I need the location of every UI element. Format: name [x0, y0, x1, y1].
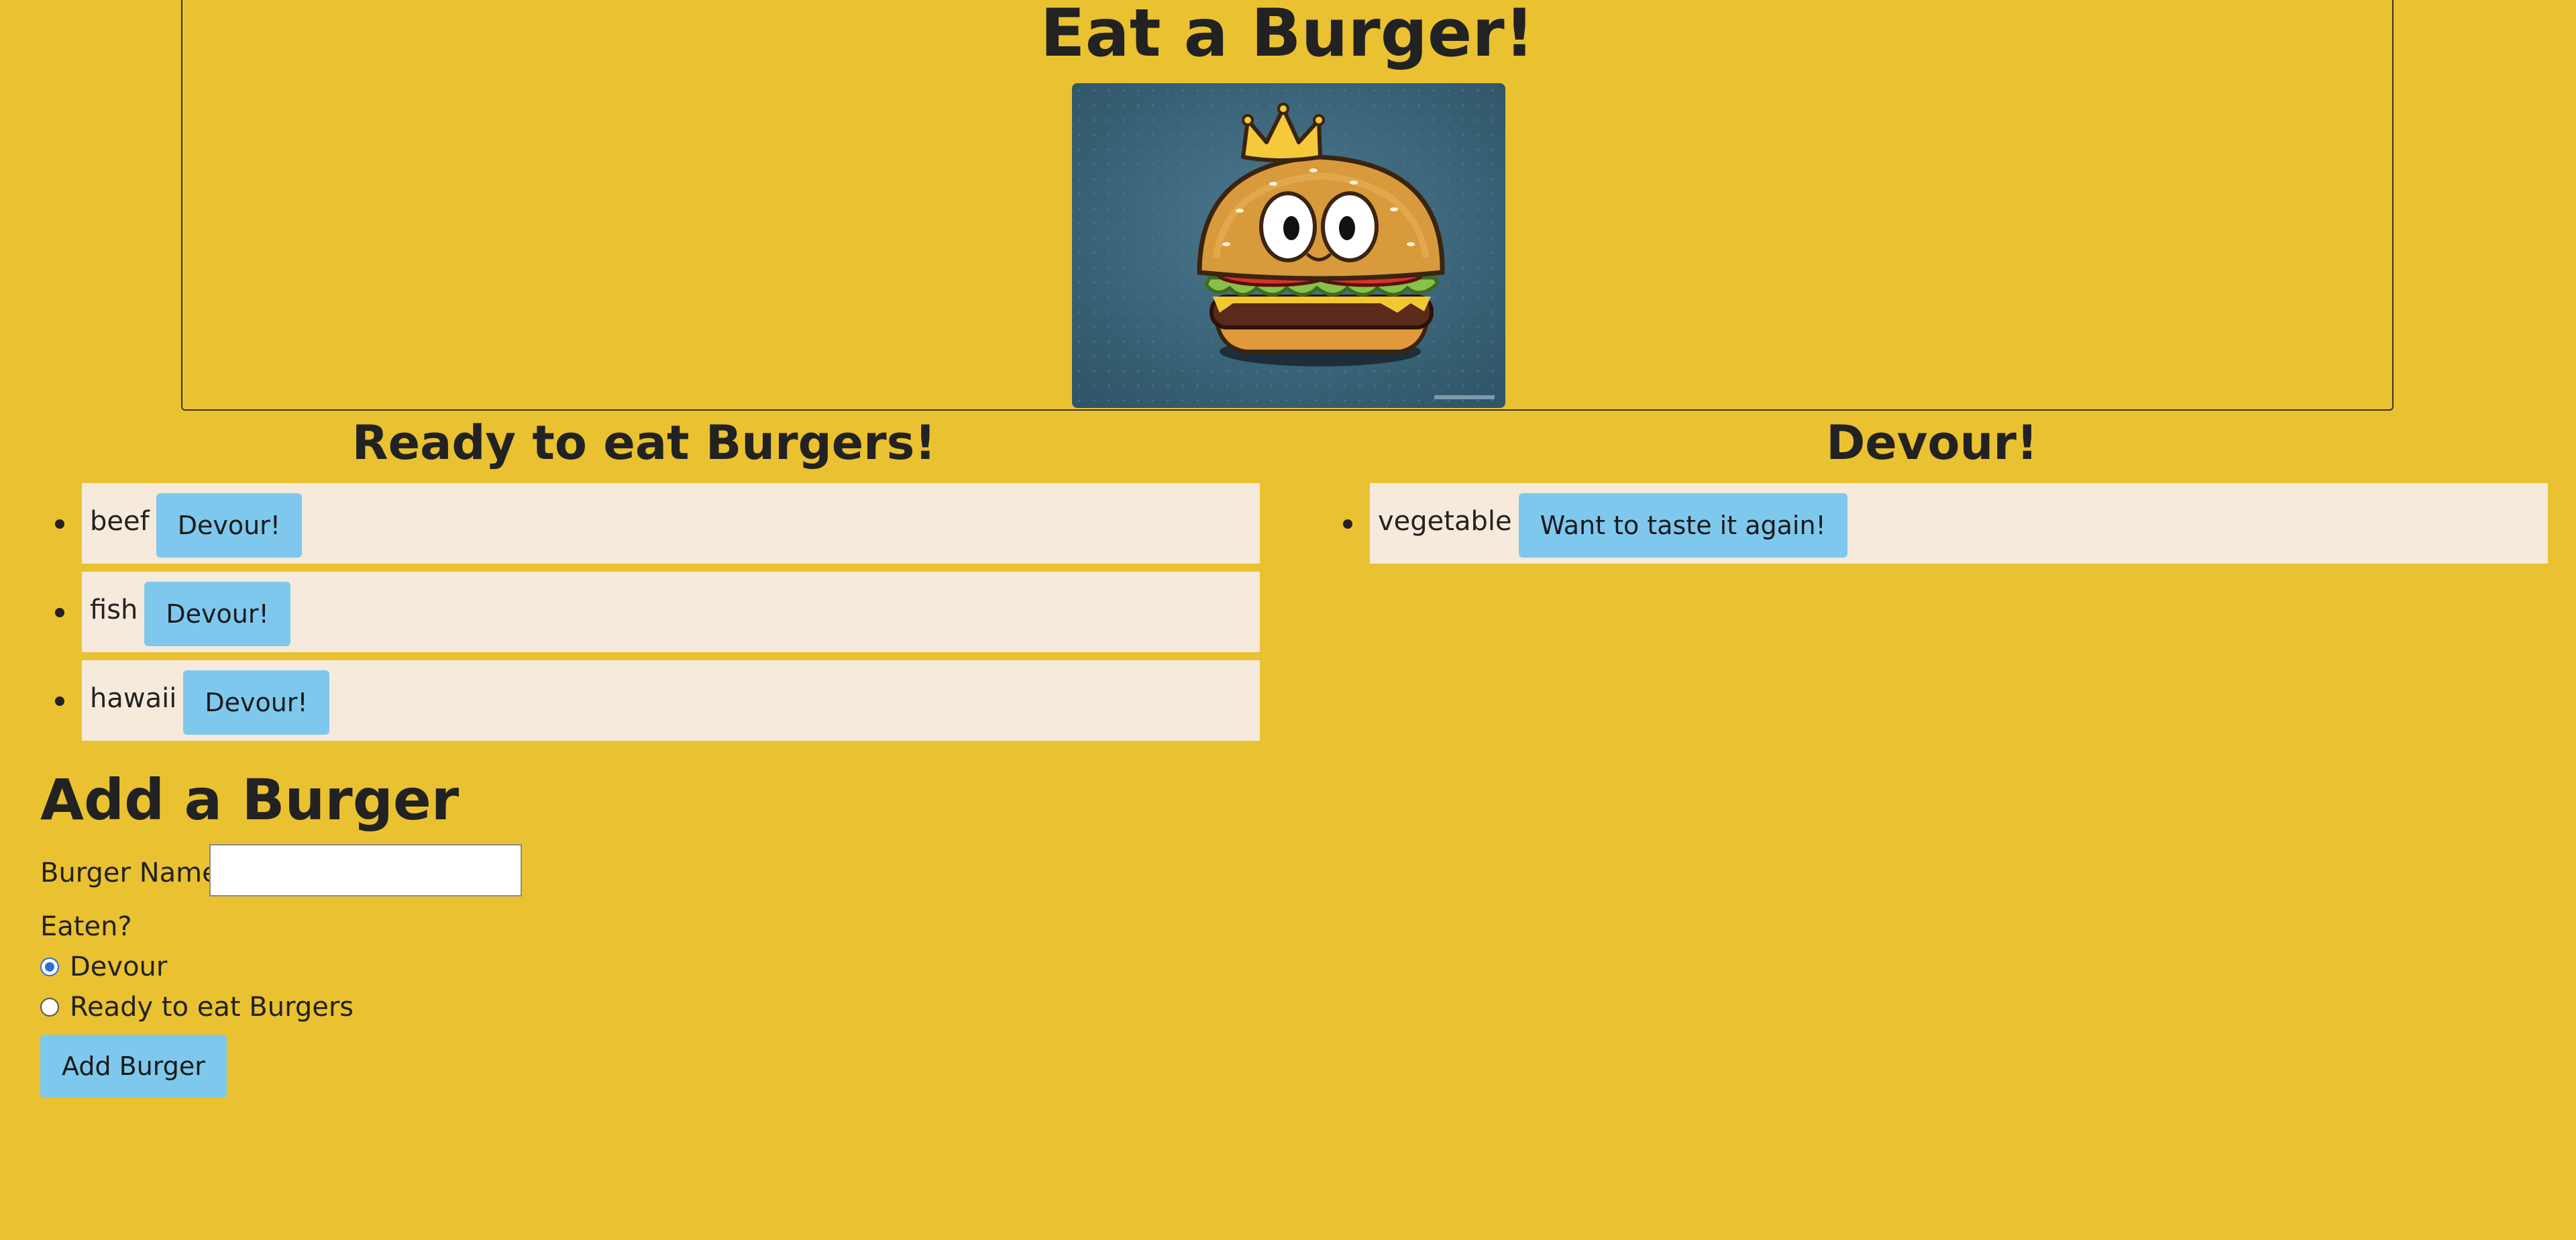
bullet-icon	[55, 519, 64, 529]
bullet-icon	[1343, 519, 1352, 529]
radio-label: Ready to eat Burgers	[70, 992, 354, 1023]
add-burger-heading: Add a Burger	[40, 767, 460, 833]
radio-option-devour[interactable]: Devour	[40, 950, 167, 984]
radio-label: Devour	[70, 951, 168, 982]
list-item: vegetable Want to taste it again!	[1343, 483, 2548, 564]
devour-button[interactable]: Devour!	[144, 582, 290, 646]
burger-mascot-image	[1072, 83, 1505, 408]
add-burger-button[interactable]: Add Burger	[40, 1035, 227, 1098]
list-item: hawaii Devour!	[55, 660, 1260, 741]
bullet-icon	[55, 696, 64, 706]
ready-burgers-list: beef Devour! fish Devour! hawaii Devour!	[55, 483, 1260, 749]
burger-name: vegetable	[1378, 506, 1512, 537]
burger-name-input[interactable]	[209, 844, 522, 896]
burger-name: fish	[90, 595, 138, 625]
devour-button[interactable]: Devour!	[183, 670, 329, 735]
page-title: Eat a Burger!	[1040, 0, 1535, 72]
ready-burgers-heading: Ready to eat Burgers!	[352, 415, 936, 470]
taste-again-button[interactable]: Want to taste it again!	[1518, 493, 1847, 558]
burger-name: hawaii	[90, 683, 177, 714]
radio-ready[interactable]	[40, 998, 59, 1017]
burger-name: beef	[90, 506, 150, 537]
radio-option-ready[interactable]: Ready to eat Burgers	[40, 990, 354, 1024]
list-item: fish Devour!	[55, 572, 1260, 652]
eaten-label: Eaten?	[40, 911, 132, 942]
list-item: beef Devour!	[55, 483, 1260, 564]
burger-name-label: Burger Name:	[40, 858, 228, 888]
radio-devour[interactable]	[40, 958, 59, 976]
header-panel: Eat a Burger!	[181, 0, 2394, 411]
devour-button[interactable]: Devour!	[156, 493, 303, 558]
bullet-icon	[55, 608, 64, 617]
devoured-burgers-list: vegetable Want to taste it again!	[1343, 483, 2548, 572]
devoured-burgers-heading: Devour!	[1826, 415, 2038, 470]
